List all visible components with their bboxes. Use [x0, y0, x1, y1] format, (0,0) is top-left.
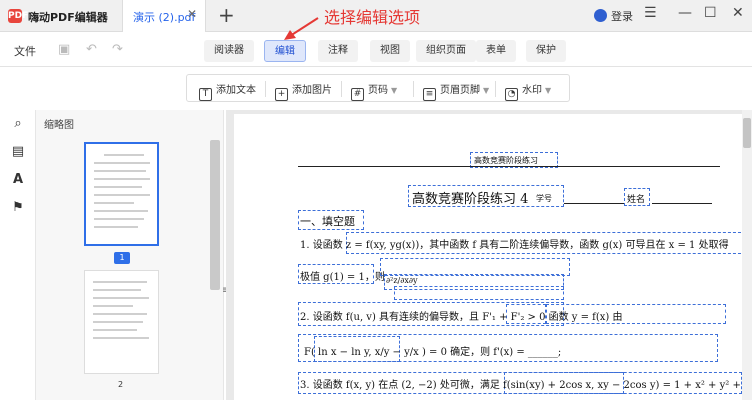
thumbnail-scrollbar[interactable]	[210, 140, 220, 290]
question-3-line-1: 3. 设函数 f(x, y) 在点 (2, −2) 处可微，满足 f(sin(x…	[300, 380, 741, 391]
maximize-icon[interactable]: ☐	[704, 5, 717, 21]
student-id-label: 学号	[536, 194, 552, 203]
chevron-down-icon: ▼	[391, 86, 398, 95]
question-1-line-2: 极值 g(1) = 1，则	[300, 272, 385, 283]
edit-toolbar: T 添加文本 + 添加图片 # 页码 ▼ ≡ 页眉页脚 ▼ ◔ 水印 ▼	[186, 74, 570, 102]
login-label: 登录	[611, 10, 633, 23]
close-tab-icon[interactable]: ✕	[187, 7, 197, 21]
header-footer-icon: ≡	[423, 88, 436, 101]
add-image-label: 添加图片	[292, 85, 332, 96]
minimize-icon[interactable]: —	[678, 5, 692, 21]
tab-reader[interactable]: 阅读器	[204, 40, 254, 62]
chevron-down-icon: ▼	[483, 86, 490, 95]
page-thumbnail-1[interactable]	[84, 142, 159, 246]
text-icon[interactable]: A	[10, 172, 26, 188]
undo-icon[interactable]: ↶	[86, 42, 97, 57]
divider	[265, 81, 266, 97]
thumbnail-icon[interactable]: ▤	[10, 144, 26, 160]
save-icon[interactable]: ▣	[58, 42, 70, 57]
app-logo-icon: PDF	[8, 9, 29, 23]
file-menu[interactable]: 文件	[14, 43, 36, 59]
name-blank	[652, 203, 712, 204]
tab-edit[interactable]: 编辑	[264, 40, 306, 62]
red-arrow-icon	[284, 17, 319, 40]
divider	[413, 81, 414, 97]
search-icon[interactable]: ⌕	[10, 116, 26, 132]
page-number-2: 2	[118, 380, 124, 389]
text-box[interactable]	[394, 286, 564, 300]
app-name: 嗨动PDF编辑器	[28, 11, 108, 24]
new-tab-icon[interactable]: +	[218, 3, 235, 27]
close-window-icon[interactable]: ✕	[732, 5, 744, 21]
divider	[495, 81, 496, 97]
left-rail: ⌕ ▤ A ⚑	[0, 110, 36, 400]
tab-protect[interactable]: 保护	[526, 40, 566, 62]
page-thumbnail-2[interactable]	[84, 270, 159, 374]
add-text-button[interactable]: T 添加文本	[199, 81, 256, 101]
page-badge-1: 1	[114, 252, 130, 264]
pdf-page: 高数竞赛阶段练习 高数竞赛阶段练习 4 学号 姓名 一、填空题 1. 设函数 z…	[234, 114, 746, 400]
question-1-fraction: ∂²z/∂x∂y	[386, 276, 418, 285]
question-1-line-1: 1. 设函数 z = f(xy, yg(x))，其中函数 f 具有二阶连续偏导数…	[300, 240, 729, 251]
document-area: 高数竞赛阶段练习 高数竞赛阶段练习 4 学号 姓名 一、填空题 1. 设函数 z…	[226, 110, 752, 400]
watermark-button[interactable]: ◔ 水印 ▼	[505, 81, 551, 101]
add-text-icon: T	[199, 88, 212, 101]
header-footer-label: 页眉页脚	[440, 85, 480, 96]
page-number-label: 页码	[368, 85, 388, 96]
page-number-icon: #	[351, 88, 364, 101]
name-label: 姓名	[627, 195, 646, 205]
tab-view[interactable]: 视图	[370, 40, 410, 62]
watermark-label: 水印	[522, 85, 542, 96]
thumbnail-panel: 缩略图	[36, 110, 224, 400]
doc-header: 高数竞赛阶段练习	[474, 156, 538, 165]
header-footer-button[interactable]: ≡ 页眉页脚 ▼	[423, 81, 489, 101]
chevron-down-icon: ▼	[545, 86, 552, 95]
scrollbar-thumb[interactable]	[743, 118, 751, 148]
question-2-line-2: F( ln x − ln y, x/y − y/x ) = 0 确定，则 f'(…	[304, 347, 562, 358]
section-title: 一、填空题	[300, 215, 355, 228]
thumbnail-panel-title: 缩略图	[44, 120, 74, 131]
user-icon	[594, 9, 607, 22]
menu-row: 文件 ▣ ↶ ↷ 阅读器 编辑 注释 视图 组织页面 表单 保护	[0, 33, 752, 67]
title-bar: PDF 嗨动PDF编辑器 演示 (2).pdf ✕ + 选择编辑选项 登录 ☰ …	[0, 0, 752, 32]
divider	[341, 81, 342, 97]
file-tab[interactable]: 演示 (2).pdf ✕	[122, 0, 206, 32]
watermark-icon: ◔	[505, 88, 518, 101]
tab-form[interactable]: 表单	[476, 40, 516, 62]
add-image-button[interactable]: + 添加图片	[275, 81, 332, 101]
bookmark-icon[interactable]: ⚑	[10, 200, 26, 216]
question-2-line-1: 2. 设函数 f(u, v) 具有连续的偏导数，且 F'₁ + F'₂ > 0 …	[300, 312, 623, 323]
header-rule	[298, 166, 720, 167]
login-button[interactable]: 登录	[594, 8, 633, 24]
menu-icon[interactable]: ☰	[644, 5, 657, 21]
document-scrollbar[interactable]	[742, 110, 752, 400]
id-blank	[564, 203, 624, 204]
tab-annotate[interactable]: 注释	[318, 40, 358, 62]
tab-organize[interactable]: 组织页面	[416, 40, 476, 62]
doc-title: 高数竞赛阶段练习 4	[412, 192, 529, 207]
add-image-icon: +	[275, 88, 288, 101]
annotation-text: 选择编辑选项	[324, 8, 421, 27]
redo-icon[interactable]: ↷	[112, 42, 123, 57]
add-text-label: 添加文本	[216, 85, 256, 96]
page-number-button[interactable]: # 页码 ▼	[351, 81, 397, 101]
